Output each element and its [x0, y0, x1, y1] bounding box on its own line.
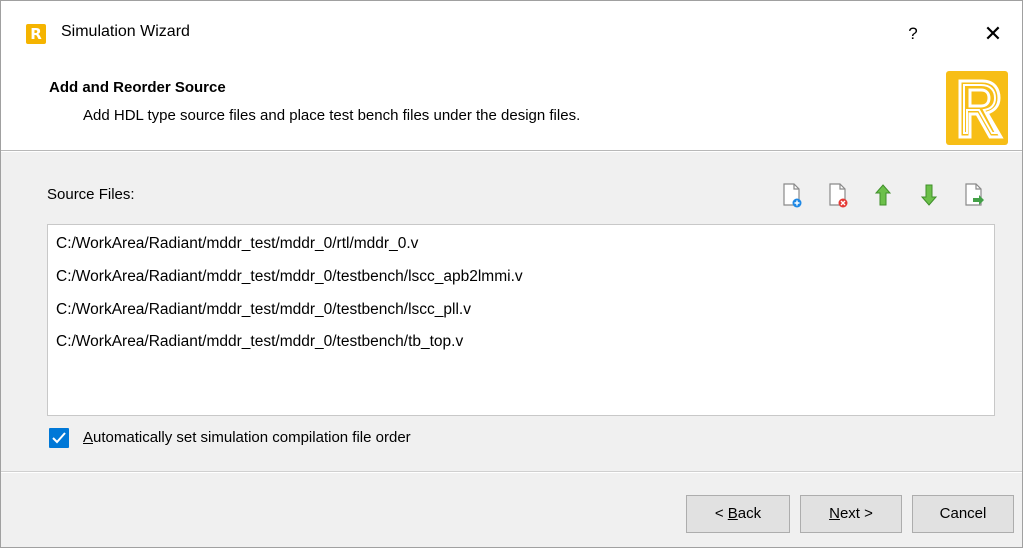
- cancel-button[interactable]: Cancel: [912, 495, 1014, 533]
- footer-divider-highlight: [1, 472, 1022, 473]
- source-files-label: Source Files:: [47, 186, 135, 203]
- back-prefix: <: [714, 505, 728, 522]
- back-button[interactable]: < Back: [686, 495, 790, 533]
- auto-order-checkbox[interactable]: [49, 428, 69, 448]
- title-bar: R Simulation Wizard ? ✕: [1, 1, 1022, 67]
- window-title: Simulation Wizard: [61, 23, 190, 40]
- page-title: Add and Reorder Source: [49, 79, 226, 96]
- radiant-app-icon: R: [26, 24, 46, 44]
- back-mnemonic: B: [727, 505, 738, 522]
- auto-order-label-text: utomatically set simulation compilation …: [93, 429, 411, 446]
- auto-order-label[interactable]: Automatically set simulation compilation…: [83, 429, 411, 446]
- list-item[interactable]: C:/WorkArea/Radiant/mddr_test/mddr_0/tes…: [56, 295, 471, 325]
- close-button[interactable]: ✕: [971, 13, 1015, 55]
- next-button[interactable]: Next >: [800, 495, 902, 533]
- move-up-icon[interactable]: [871, 181, 895, 209]
- radiant-logo-icon: [946, 71, 1008, 145]
- auto-order-mnemonic: A: [83, 429, 94, 446]
- source-files-list[interactable]: C:/WorkArea/Radiant/mddr_test/mddr_0/rtl…: [47, 224, 995, 416]
- page-description: Add HDL type source files and place test…: [83, 107, 581, 124]
- app-icon-letter: R: [30, 25, 42, 43]
- list-item[interactable]: C:/WorkArea/Radiant/mddr_test/mddr_0/tes…: [56, 262, 523, 292]
- back-label-text: ack: [737, 505, 762, 522]
- move-down-icon[interactable]: [917, 181, 941, 209]
- wizard-header: Add and Reorder Source Add HDL type sour…: [1, 67, 1022, 150]
- simulation-wizard-dialog: R Simulation Wizard ? ✕ Add and Reorder …: [0, 0, 1023, 548]
- list-item[interactable]: C:/WorkArea/Radiant/mddr_test/mddr_0/tes…: [56, 327, 463, 357]
- import-file-icon[interactable]: [963, 181, 987, 209]
- next-label-text: ext >: [839, 505, 873, 522]
- remove-file-icon[interactable]: [827, 181, 851, 209]
- add-file-icon[interactable]: [781, 181, 805, 209]
- next-mnemonic: N: [829, 505, 840, 522]
- header-divider-highlight: [1, 151, 1022, 152]
- help-button[interactable]: ?: [893, 13, 933, 55]
- list-item[interactable]: C:/WorkArea/Radiant/mddr_test/mddr_0/rtl…: [56, 229, 418, 259]
